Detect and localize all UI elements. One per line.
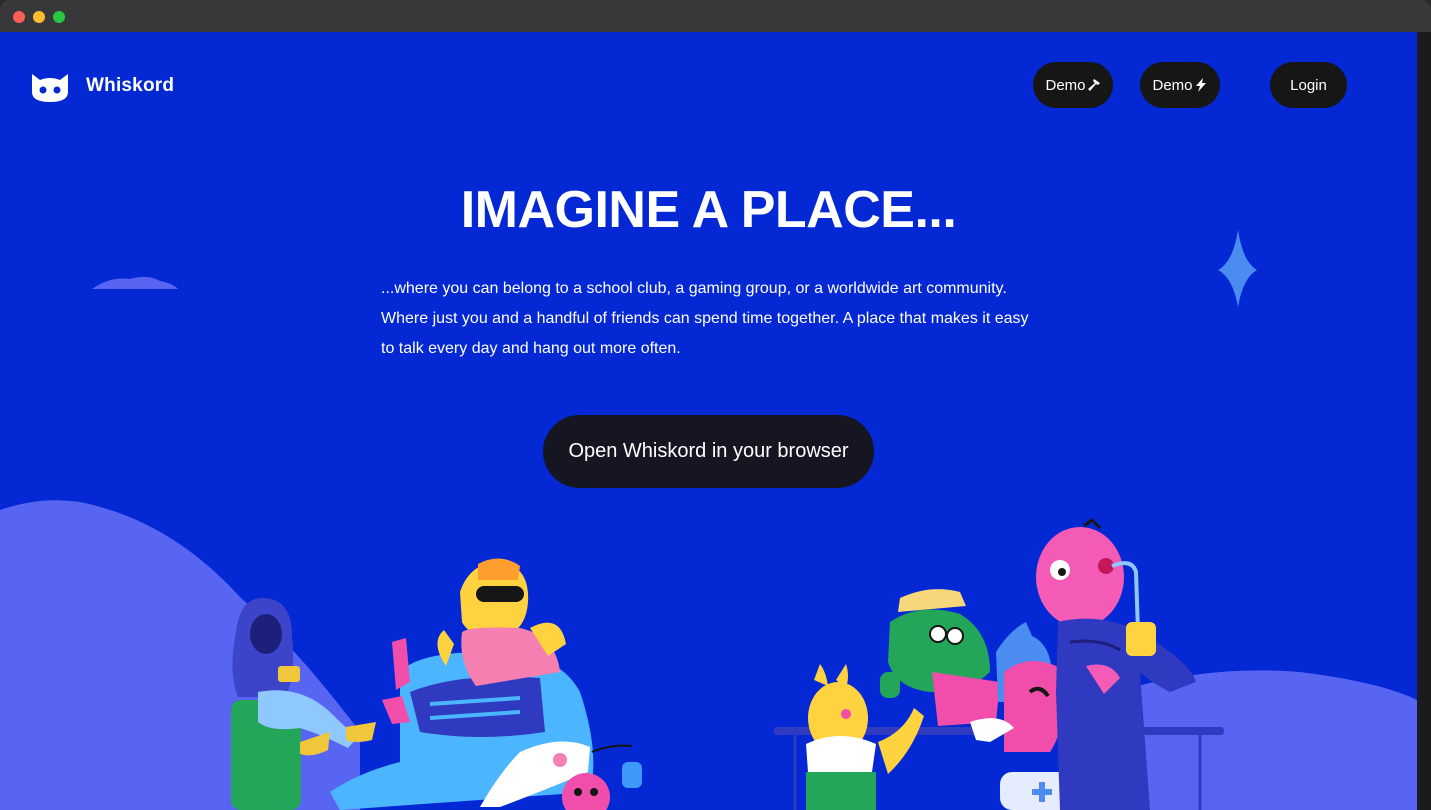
login-button[interactable]: Login	[1270, 62, 1347, 108]
maximize-window-button[interactable]	[53, 11, 65, 23]
scrollbar[interactable]	[1417, 32, 1431, 810]
open-in-browser-label: Open Whiskord in your browser	[568, 440, 849, 462]
window-titlebar	[0, 0, 1431, 32]
pink-sparkle-icon	[193, 567, 209, 592]
sneaker-character	[330, 558, 594, 810]
login-label: Login	[1290, 76, 1327, 94]
right-hill	[1060, 670, 1417, 810]
demo-hammer-button[interactable]: Demo	[1033, 62, 1113, 108]
open-in-browser-button[interactable]: Open Whiskord in your browser	[543, 415, 874, 488]
demo-lightning-button[interactable]: Demo	[1140, 62, 1220, 108]
table-top	[774, 727, 1224, 735]
hero-description: ...where you can belong to a school club…	[381, 280, 1029, 357]
lightning-icon	[1195, 78, 1206, 92]
hero-title: IMAGINE A PLACE...	[460, 181, 957, 239]
minimize-window-button[interactable]	[33, 11, 45, 23]
blue-cat-character	[970, 622, 1080, 810]
cloud-shape	[92, 276, 178, 289]
brand-logo[interactable]: Whiskord	[28, 68, 174, 104]
sparkle-icon	[1218, 230, 1257, 307]
left-hill	[0, 500, 360, 810]
pink-head-character	[1036, 518, 1196, 810]
cat-face-icon	[32, 74, 68, 102]
close-window-button[interactable]	[13, 11, 25, 23]
landing-page: Whiskord Demo Demo Login IMAGINE A PLACE…	[0, 32, 1417, 810]
hammer-icon	[1087, 79, 1100, 91]
berry-character	[562, 773, 610, 810]
lantern-icon	[591, 744, 642, 788]
hooded-character	[231, 598, 376, 810]
croc-character	[880, 589, 1000, 726]
demo-lightning-label: Demo	[1152, 76, 1193, 94]
bunny-character	[806, 664, 924, 810]
demo-hammer-label: Demo	[1045, 76, 1086, 94]
brand-name: Whiskord	[86, 75, 175, 96]
